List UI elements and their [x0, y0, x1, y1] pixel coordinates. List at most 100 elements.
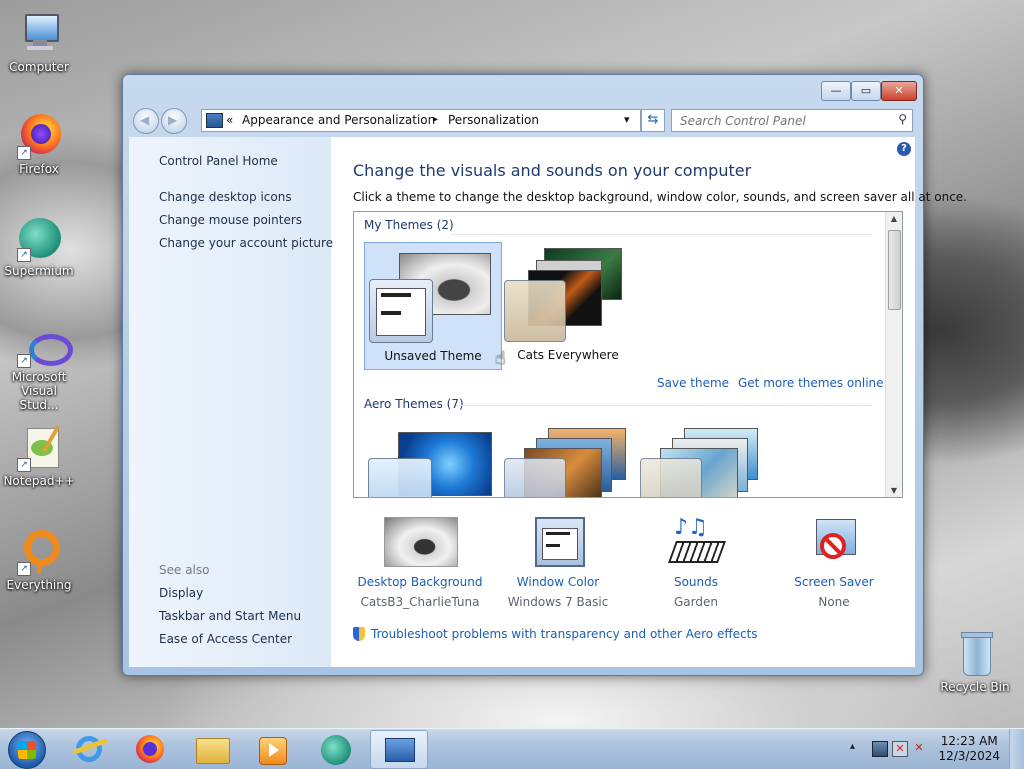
search-box[interactable]: ⚲ [671, 109, 913, 132]
screen-saver-icon [798, 517, 870, 567]
windows-logo-icon [18, 741, 36, 759]
supermium-icon: ↗ [15, 214, 63, 262]
theme-cats-everywhere[interactable]: Cats Everywhere [500, 242, 636, 368]
desktop-icon-visual-studio[interactable]: ↗ Microsoft Visual Stud... [0, 320, 78, 412]
back-button[interactable]: ◀ [133, 108, 159, 134]
screen-saver-item[interactable]: Screen Saver None [769, 517, 899, 609]
sounds-item[interactable]: ♪♫ Sounds Garden [631, 517, 761, 609]
breadcrumb-appearance[interactable]: Appearance and Personalization [242, 113, 435, 127]
breadcrumb-separator-icon[interactable]: ▸ [433, 114, 438, 125]
theme-name: Unsaved Theme [384, 349, 482, 363]
ease-of-access-link[interactable]: Ease of Access Center [159, 632, 292, 646]
sounds-icon: ♪♫ [660, 517, 732, 567]
troubleshoot-link[interactable]: Troubleshoot problems with transparency … [353, 627, 758, 641]
window-color-item[interactable]: Window Color Windows 7 Basic [493, 517, 623, 609]
content-area: Control Panel Home Change desktop icons … [129, 137, 967, 667]
help-icon[interactable]: ? [897, 142, 911, 156]
themes-scrollbar[interactable]: ▲ ▼ [885, 212, 902, 497]
desktop-icon-label: Microsoft Visual Stud... [11, 370, 67, 412]
window-color-value: Windows 7 Basic [507, 595, 609, 609]
supermium-icon [321, 735, 351, 765]
troubleshoot-text[interactable]: Troubleshoot problems with transparency … [371, 627, 758, 641]
change-account-picture-link[interactable]: Change your account picture [159, 236, 333, 250]
control-panel-home-link[interactable]: Control Panel Home [159, 154, 278, 168]
system-tray: ▴ ✕ ✕ 12:23 AM 12/3/2024 [834, 729, 1024, 769]
save-theme-link[interactable]: Save theme [657, 376, 729, 390]
taskbar-internet-explorer[interactable] [62, 730, 118, 767]
taskbar-control-panel[interactable] [370, 730, 428, 769]
desktop-icon-computer[interactable]: Computer [0, 10, 78, 74]
theme-characters[interactable] [636, 424, 772, 497]
back-arrow-icon: ◀ [140, 113, 150, 127]
show-hidden-icons-button[interactable]: ▴ [850, 741, 855, 752]
sounds-value: Garden [674, 595, 718, 609]
screen-saver-link[interactable]: Screen Saver [769, 575, 899, 589]
change-mouse-pointers-link[interactable]: Change mouse pointers [159, 213, 302, 227]
computer-icon [15, 10, 63, 58]
display-link[interactable]: Display [159, 586, 203, 600]
aero-themes-group-label: Aero Themes (7) [364, 397, 464, 411]
desktop-background-item[interactable]: Desktop Background CatsB3_CharlieTuna [355, 517, 485, 609]
clock-time: 12:23 AM [940, 734, 998, 748]
action-center-icon[interactable]: ✕ [892, 741, 908, 757]
address-overflow-chevron[interactable]: « [226, 113, 233, 127]
shortcut-arrow-icon: ↗ [17, 248, 31, 262]
notepadpp-icon: ↗ [15, 424, 63, 472]
everything-icon: ↗ [15, 528, 63, 576]
address-bar[interactable]: « Appearance and Personalization ▸ Perso… [201, 109, 641, 132]
my-themes-group-label: My Themes (2) [364, 218, 454, 232]
clock[interactable]: 12:23 AM 12/3/2024 [938, 734, 1000, 764]
address-dropdown-icon[interactable]: ▾ [624, 113, 630, 126]
screen-saver-value: None [818, 595, 850, 609]
desktop-icon-label: Recycle Bin [940, 680, 1010, 694]
forward-button[interactable]: ▶ [161, 108, 187, 134]
desktop-icon-supermium[interactable]: ↗ Supermium [0, 214, 78, 278]
page-description: Click a theme to change the desktop back… [353, 190, 967, 204]
theme-window-color-swatch [504, 458, 566, 497]
window-color-icon [522, 517, 594, 567]
desktop-icon-label: Computer [9, 60, 69, 74]
desktop-icon-notepadpp[interactable]: ↗ Notepad++ [0, 424, 78, 488]
desktop-icon-label: Supermium [4, 264, 74, 278]
desktop-icon-everything[interactable]: ↗ Everything [0, 528, 78, 592]
sounds-link[interactable]: Sounds [631, 575, 761, 589]
change-desktop-icons-link[interactable]: Change desktop icons [159, 190, 292, 204]
control-panel-icon [206, 113, 223, 128]
scroll-down-icon[interactable]: ▼ [886, 486, 902, 495]
minimize-button[interactable]: — [821, 81, 851, 101]
theme-architecture[interactable] [500, 424, 636, 497]
taskbar-file-explorer[interactable] [184, 730, 240, 767]
hand-cursor-icon: ☝ [495, 348, 506, 369]
taskbar: ▴ ✕ ✕ 12:23 AM 12/3/2024 [0, 728, 1024, 769]
search-icon[interactable]: ⚲ [898, 112, 907, 126]
breadcrumb-personalization[interactable]: Personalization [448, 113, 539, 127]
desktop-background-value: CatsB3_CharlieTuna [360, 595, 480, 609]
desktop-icon-firefox[interactable]: ↗ Firefox [0, 112, 78, 176]
firefox-icon: ↗ [15, 112, 63, 160]
theme-window-color-swatch [640, 458, 702, 497]
network-icon[interactable] [872, 741, 888, 757]
theme-unsaved[interactable]: Unsaved Theme [364, 242, 502, 370]
window-color-link[interactable]: Window Color [493, 575, 623, 589]
desktop-background-link[interactable]: Desktop Background [355, 575, 485, 589]
shield-icon [353, 627, 365, 641]
volume-muted-icon[interactable]: ✕ [912, 741, 926, 755]
refresh-button[interactable]: ⇆ [641, 109, 665, 132]
taskbar-firefox[interactable] [122, 730, 178, 767]
maximize-button[interactable]: ▭ [851, 81, 881, 101]
desktop-icon-recycle-bin[interactable]: Recycle Bin [936, 630, 1014, 694]
search-input[interactable] [678, 110, 887, 131]
get-more-themes-link[interactable]: Get more themes online [738, 376, 884, 390]
taskbar-start-menu-link[interactable]: Taskbar and Start Menu [159, 609, 301, 623]
scroll-up-icon[interactable]: ▲ [886, 214, 902, 223]
close-button[interactable]: ✕ [881, 81, 917, 101]
theme-windows-7[interactable] [364, 424, 500, 497]
personalization-window: — ▭ ✕ ◀ ▶ « Appearance and Personalizati… [122, 74, 967, 676]
taskbar-supermium[interactable] [308, 730, 364, 767]
scroll-thumb[interactable] [888, 230, 901, 310]
show-desktop-button[interactable] [1009, 729, 1024, 769]
group-divider [456, 405, 872, 406]
see-also-heading: See also [159, 563, 210, 577]
taskbar-media-player[interactable] [244, 730, 300, 767]
start-button[interactable] [8, 731, 46, 769]
